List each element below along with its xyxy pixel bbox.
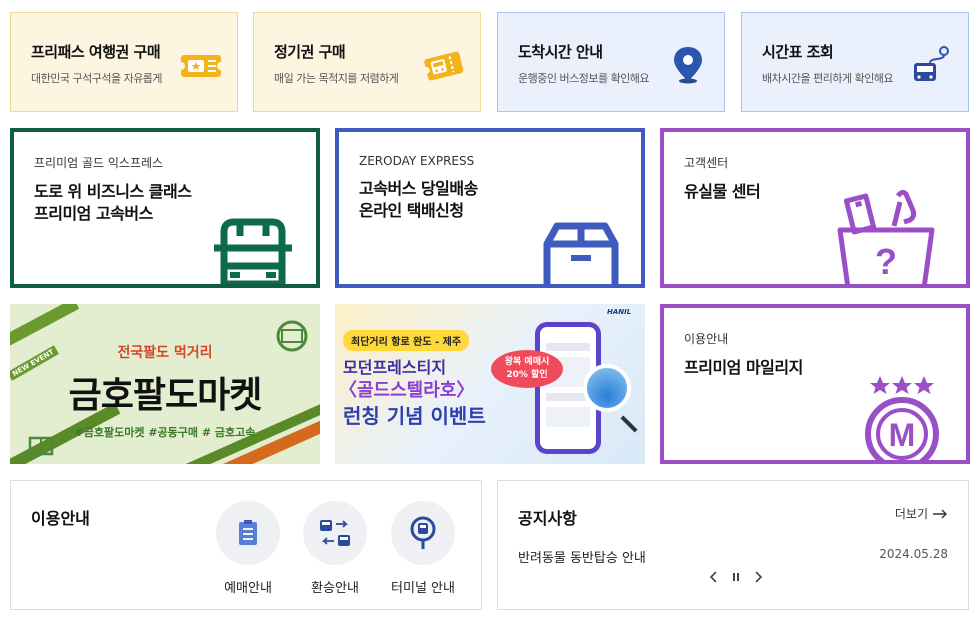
guide-booking-label: 예매안내: [224, 581, 272, 596]
pause-icon[interactable]: [732, 571, 740, 583]
guide-item-terminal[interactable]: 터미널 안내: [388, 501, 458, 596]
guide-item-transfer[interactable]: 환승안내: [300, 501, 370, 596]
notice-pager: [710, 571, 762, 583]
premium-gold-tile[interactable]: 프리미엄 골드 익스프레스 도로 위 비즈니스 클래스 프리미엄 고속버스: [10, 128, 320, 288]
lost-found-tile[interactable]: 고객센터 유실물 센터 ?: [660, 128, 970, 288]
guide-transfer-label: 환승안내: [311, 581, 359, 596]
terminal-sign-icon: [410, 516, 436, 549]
premium-gold-sub: 프리미엄 골드 익스프레스: [34, 156, 164, 170]
notice-more-link[interactable]: 더보기: [895, 505, 948, 522]
guide-terminal-circle: [391, 501, 455, 565]
ferry-banner[interactable]: 최단거리 항로 완도 - 제주 모던프레스티지 〈골드스텔라호〉 런칭 기념 이…: [335, 304, 645, 464]
premium-bus-icon: [214, 218, 292, 284]
mileage-medal-icon: M: [865, 376, 939, 460]
market-headline: 금호팔도마켓: [68, 375, 263, 416]
freepass-tile[interactable]: 프리패스 여행권 구매 대한민국 구석구석을 자유롭게: [10, 12, 238, 112]
ferry-line2: 〈골드스텔라호〉: [339, 380, 475, 401]
chevron-left-icon[interactable]: [710, 571, 718, 583]
notice-item-date: 2024.05.28: [879, 547, 948, 561]
arrival-time-tile[interactable]: 도착시간 안내 운행중인 버스정보를 확인해요: [497, 12, 725, 112]
zeroday-sub: ZERODAY EXPRESS: [359, 154, 475, 168]
guide-terminal-label: 터미널 안내: [391, 581, 455, 596]
notice-panel: 공지사항 더보기 반려동물 동반탑승 안내 2024.05.28: [497, 480, 969, 610]
ticket-star-icon: [179, 55, 223, 77]
transfer-bus-icon: [320, 520, 350, 546]
ferry-brand: HANIL: [607, 308, 632, 316]
guide-panel: 이용안내 예매안내 환승안내 터미널 안내: [10, 480, 482, 610]
svg-text:M: M: [889, 417, 916, 453]
lost-found-sub: 고객센터: [684, 156, 729, 170]
bus-ticket-icon: [422, 51, 464, 81]
ferry-line3: 런칭 기념 이벤트: [343, 404, 486, 428]
guide-booking-circle: [216, 501, 280, 565]
zeroday-title: 고속버스 당일배송 온라인 택배신청: [359, 179, 478, 220]
ferry-line1: 모던프레스티지: [343, 358, 447, 377]
svg-text:?: ?: [875, 241, 897, 282]
route-bus-icon: [914, 46, 949, 81]
ferry-discount-badge: 왕복 예매시 20% 할인: [491, 350, 563, 388]
guide-item-booking[interactable]: 예매안내: [213, 501, 283, 596]
ferry-badge: 최단거리 항로 완도 - 제주: [343, 330, 470, 351]
notice-item-text: 반려동물 동반탑승 안내: [518, 551, 646, 566]
ferry-magnifier-icon: [583, 364, 631, 412]
guide-transfer-circle: [303, 501, 367, 565]
parcel-box-icon: [543, 222, 619, 284]
season-pass-tile[interactable]: 정기권 구매 매일 가는 목적지를 저렴하게: [253, 12, 481, 112]
mileage-tile[interactable]: 이용안내 프리미엄 마일리지 M: [660, 304, 970, 464]
mileage-sub: 이용안내: [684, 332, 729, 346]
zeroday-express-tile[interactable]: ZERODAY EXPRESS 고속버스 당일배송 온라인 택배신청: [335, 128, 645, 288]
chevron-right-icon[interactable]: [754, 571, 762, 583]
timetable-tile[interactable]: 시간표 조회 배차시간을 편리하게 확인해요: [741, 12, 969, 112]
notice-more-label: 더보기: [894, 507, 928, 521]
lost-item-box-icon: ?: [837, 189, 935, 284]
location-pin-icon: [674, 47, 702, 84]
arrow-right-icon: [933, 509, 947, 518]
magnifier-handle: [620, 415, 638, 433]
market-tags: #금호팔도마켓 #공동구매 # 금호고속: [74, 426, 256, 439]
notice-title: 공지사항: [518, 509, 577, 528]
guide-title: 이용안내: [31, 509, 90, 528]
market-banner[interactable]: 전국팔도 먹거리 금호팔도마켓 #금호팔도마켓 #공동구매 # 금호고속 NEW…: [10, 304, 320, 464]
document-icon: [239, 520, 257, 545]
notice-item[interactable]: 반려동물 동반탑승 안내 2024.05.28: [518, 547, 948, 566]
